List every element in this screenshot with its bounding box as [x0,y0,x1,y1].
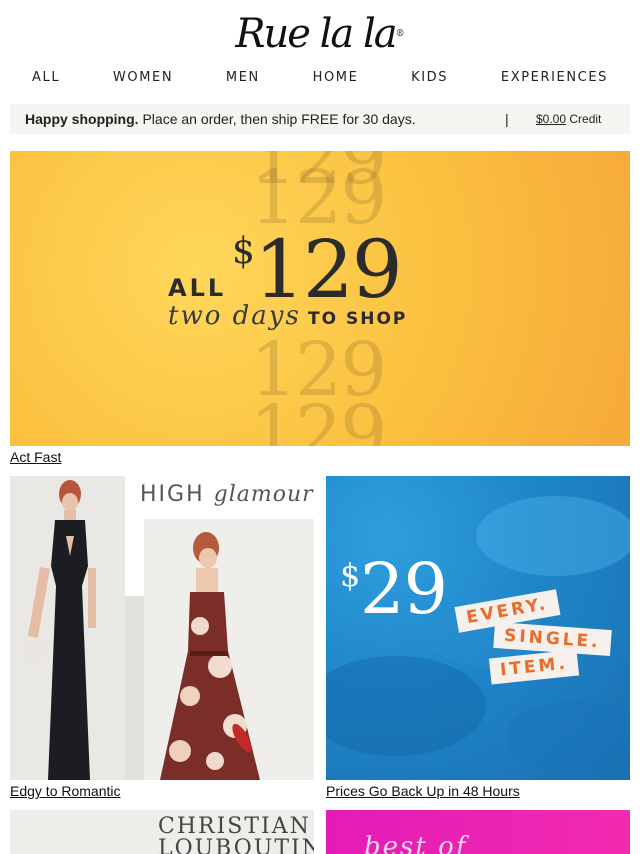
hero-days-text: two days [168,301,301,331]
promo-text: Place an order, then ship FREE for 30 da… [142,111,416,127]
credit-label: Credit [569,112,602,126]
registered-mark: ® [395,29,405,39]
logo-text: Rue la la [235,11,397,57]
ghost-price: 129 [250,390,387,446]
credit-amount-link[interactable]: $0.00 [536,112,566,126]
price-29: 29 [360,548,448,630]
high-glamour-tile[interactable]: HIGH glamour [10,476,314,780]
prices-back-up-link[interactable]: Prices Go Back Up in 48 Hours [326,783,520,799]
headline-plain: HIGH [140,482,205,507]
nav-item-men[interactable]: MEN [226,70,260,88]
louboutin-heading: CHRISTIAN LOUBOUTIN [158,816,314,854]
louboutin-line-2: LOUBOUTIN [158,836,314,854]
dollar-sign: $ [340,556,361,594]
nav-item-home[interactable]: HOME [313,70,359,88]
edgy-to-romantic-link[interactable]: Edgy to Romantic [10,783,121,799]
promo-separator: | [505,111,509,127]
credit-balance: $0.00 Credit [536,104,601,134]
act-fast-link[interactable]: Act Fast [10,449,61,465]
best-of-heading: best of [364,832,468,854]
price-29-tile[interactable]: $ 29 EVERY. SINGLE. ITEM. [326,476,630,780]
high-glamour-headline: HIGH glamour [140,482,314,507]
headline-italic: glamour [213,482,314,507]
louboutin-line-1: CHRISTIAN [158,814,311,839]
main-nav: ALL WOMEN MEN HOME KIDS EXPERIENCES [10,70,630,88]
nav-item-kids[interactable]: KIDS [411,70,448,88]
hero-dollar-sign: $ [232,231,255,272]
promo-banner: Happy shopping. Place an order, then shi… [10,104,630,134]
ruelala-logo[interactable]: Rue la la® [0,8,640,60]
hero-all-text: ALL [168,274,227,302]
hero-to-shop-text: TO SHOP [308,309,408,329]
best-of-tile[interactable]: best of [326,810,630,854]
promo-bold-text: Happy shopping. [25,111,139,127]
nav-item-all[interactable]: ALL [32,70,60,88]
models-illustration [24,480,260,780]
christian-louboutin-tile[interactable]: CHRISTIAN LOUBOUTIN [10,810,314,854]
nav-item-experiences[interactable]: EXPERIENCES [501,70,608,88]
nav-item-women[interactable]: WOMEN [113,70,173,88]
hero-banner[interactable]: 129 129 129 129 ALL $ 129 two days TO SH… [10,151,630,446]
